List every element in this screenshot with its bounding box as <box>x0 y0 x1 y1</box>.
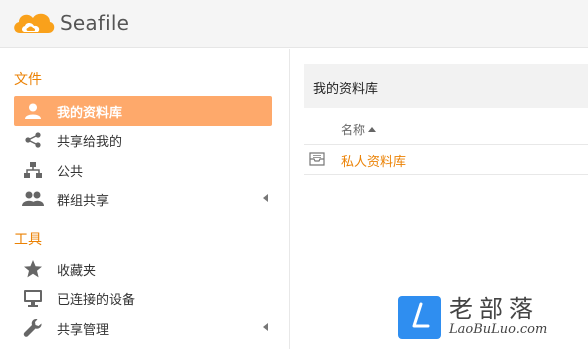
sidebar-item-label: 群组共享 <box>57 193 110 209</box>
watermark-logo-icon <box>398 295 441 339</box>
expand-caret-icon[interactable] <box>263 323 268 331</box>
group-icon <box>22 188 44 210</box>
library-icon <box>308 150 326 168</box>
repo-name-link[interactable]: 私人资料库 <box>341 151 406 170</box>
sidebar-item-shared-with-me[interactable]: 共享给我的 <box>14 125 272 155</box>
section-title-tools: 工具 <box>14 232 42 248</box>
share-icon <box>22 129 44 151</box>
section-title-files: 文件 <box>14 72 42 88</box>
sidebar-item-linked-devices[interactable]: 已连接的设备 <box>14 283 272 313</box>
table-row[interactable]: 私人资料库 <box>304 144 588 174</box>
user-icon <box>22 100 44 122</box>
sidebar-item-label: 共享给我的 <box>57 134 123 150</box>
sidebar-item-label: 公共 <box>57 164 84 180</box>
column-header-name[interactable]: 名称 <box>341 121 377 138</box>
seafile-logo[interactable]: Seafile <box>10 8 129 38</box>
sidebar-item-favorites[interactable]: 收藏夹 <box>14 254 272 284</box>
watermark-cn-text: 老部落 <box>449 295 539 323</box>
org-tree-icon <box>22 159 44 181</box>
sidebar-item-my-libraries[interactable]: 我的资料库 <box>14 96 272 126</box>
page-title: 我的资料库 <box>313 82 379 97</box>
sidebar-item-group-shares[interactable]: 群组共享 <box>14 184 272 214</box>
sidebar-item-label: 已连接的设备 <box>57 292 136 308</box>
column-header-label: 名称 <box>341 123 366 137</box>
sidebar-item-label: 我的资料库 <box>57 105 123 121</box>
top-header: Seafile <box>0 0 588 48</box>
watermark: 老部落 LaoBuLuo.com <box>398 292 588 342</box>
sidebar-item-public[interactable]: 公共 <box>14 155 272 185</box>
monitor-icon <box>22 287 44 309</box>
watermark-en-text: LaoBuLuo.com <box>449 322 548 337</box>
expand-caret-icon[interactable] <box>263 194 268 202</box>
divider <box>304 174 588 175</box>
sort-asc-icon <box>368 127 377 132</box>
sidebar-item-label: 收藏夹 <box>57 263 97 279</box>
star-icon <box>22 258 44 280</box>
cloud-logo-icon <box>14 13 55 33</box>
wrench-icon <box>22 317 44 339</box>
logo-text: Seafile <box>60 11 130 35</box>
sidebar-item-share-admin[interactable]: 共享管理 <box>14 313 272 343</box>
panel-header: 我的资料库 <box>304 64 588 108</box>
sidebar-item-label: 共享管理 <box>57 322 110 338</box>
sidebar: 文件 我的资料库 共享给我的 公共 群组共享 工具 收藏夹 已连接的设备 共享管… <box>0 49 290 349</box>
